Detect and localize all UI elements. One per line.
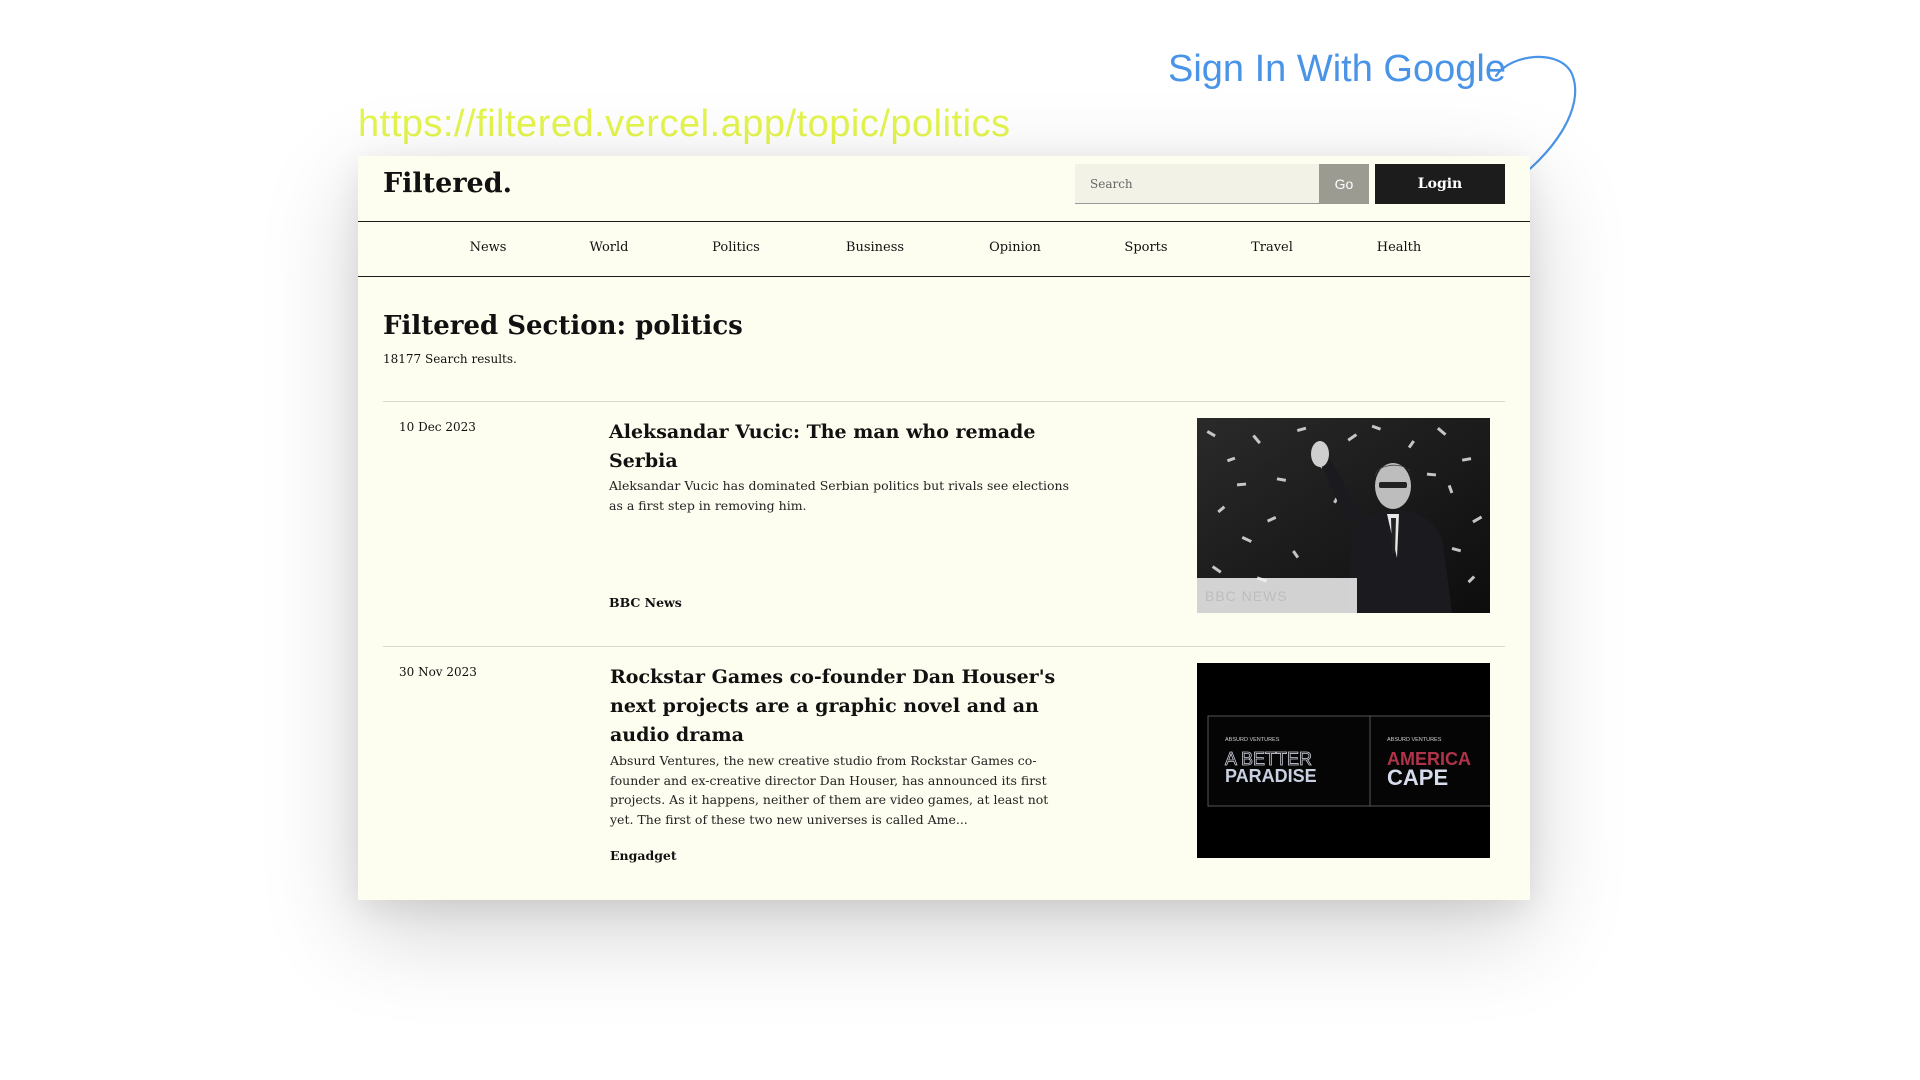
article-source: BBC News [609, 595, 682, 610]
nav-item-opinion[interactable]: Opinion [989, 240, 1041, 255]
nav-item-travel[interactable]: Travel [1251, 240, 1293, 255]
url-caption: https://filtered.vercel.app/topic/politi… [358, 103, 1011, 145]
login-button[interactable]: Login [1375, 164, 1505, 204]
article-summary: Aleksandar Vucic has dominated Serbian p… [609, 478, 1069, 513]
site-logo[interactable]: Filtered. [383, 168, 512, 199]
panel1-kicker: ABSURD VENTURES [1225, 737, 1280, 743]
article-item: 10 Dec 2023 Aleksandar Vucic: The man wh… [383, 401, 1505, 646]
nav-item-politics[interactable]: Politics [712, 240, 760, 255]
thumbnail-watermark: BBC NEWS [1205, 588, 1288, 604]
panel2-line2: CAPE [1387, 765, 1448, 790]
article-item: 30 Nov 2023 Rockstar Games co-founder Da… [383, 646, 1505, 900]
article-title-link[interactable]: Aleksandar Vucic: The man who remade Ser… [609, 418, 1069, 476]
sign-in-annotation-label: Sign In With Google [1168, 48, 1506, 90]
page-title: Filtered Section: politics [383, 311, 743, 341]
browser-viewport: Filtered. Go Login News World Politics B… [358, 156, 1530, 900]
panel2-kicker: ABSURD VENTURES [1387, 737, 1442, 743]
article-thumbnail[interactable]: BBC NEWS [1197, 418, 1490, 613]
promo-art-two-panels-icon: ABSURD VENTURES A BETTER PARADISE ABSURD… [1197, 663, 1490, 858]
article-summary: Absurd Ventures, the new creative studio… [610, 753, 1049, 827]
nav-item-sports[interactable]: Sports [1124, 240, 1167, 255]
nav-item-health[interactable]: Health [1377, 240, 1422, 255]
presentation-stage: https://filtered.vercel.app/topic/politi… [0, 0, 1920, 1080]
panel1-line2: PARADISE [1225, 766, 1317, 786]
article-date: 30 Nov 2023 [399, 665, 477, 679]
article-thumbnail[interactable]: ABSURD VENTURES A BETTER PARADISE ABSURD… [1197, 663, 1490, 858]
nav-item-news[interactable]: News [470, 240, 507, 255]
article-date: 10 Dec 2023 [399, 420, 476, 434]
article-source: Engadget [610, 848, 677, 863]
search-go-button[interactable]: Go [1319, 164, 1369, 204]
nav-item-world[interactable]: World [590, 240, 629, 255]
nav-item-business[interactable]: Business [846, 240, 904, 255]
search-input[interactable] [1075, 164, 1319, 204]
article-title-link[interactable]: Rockstar Games co-founder Dan Houser's n… [610, 663, 1070, 750]
photo-man-waving-confetti-icon: BBC NEWS [1197, 418, 1490, 613]
section-nav: News World Politics Business Opinion Spo… [358, 222, 1530, 277]
site-header: Filtered. Go Login [358, 156, 1530, 222]
result-count: 18177 Search results. [383, 352, 517, 366]
